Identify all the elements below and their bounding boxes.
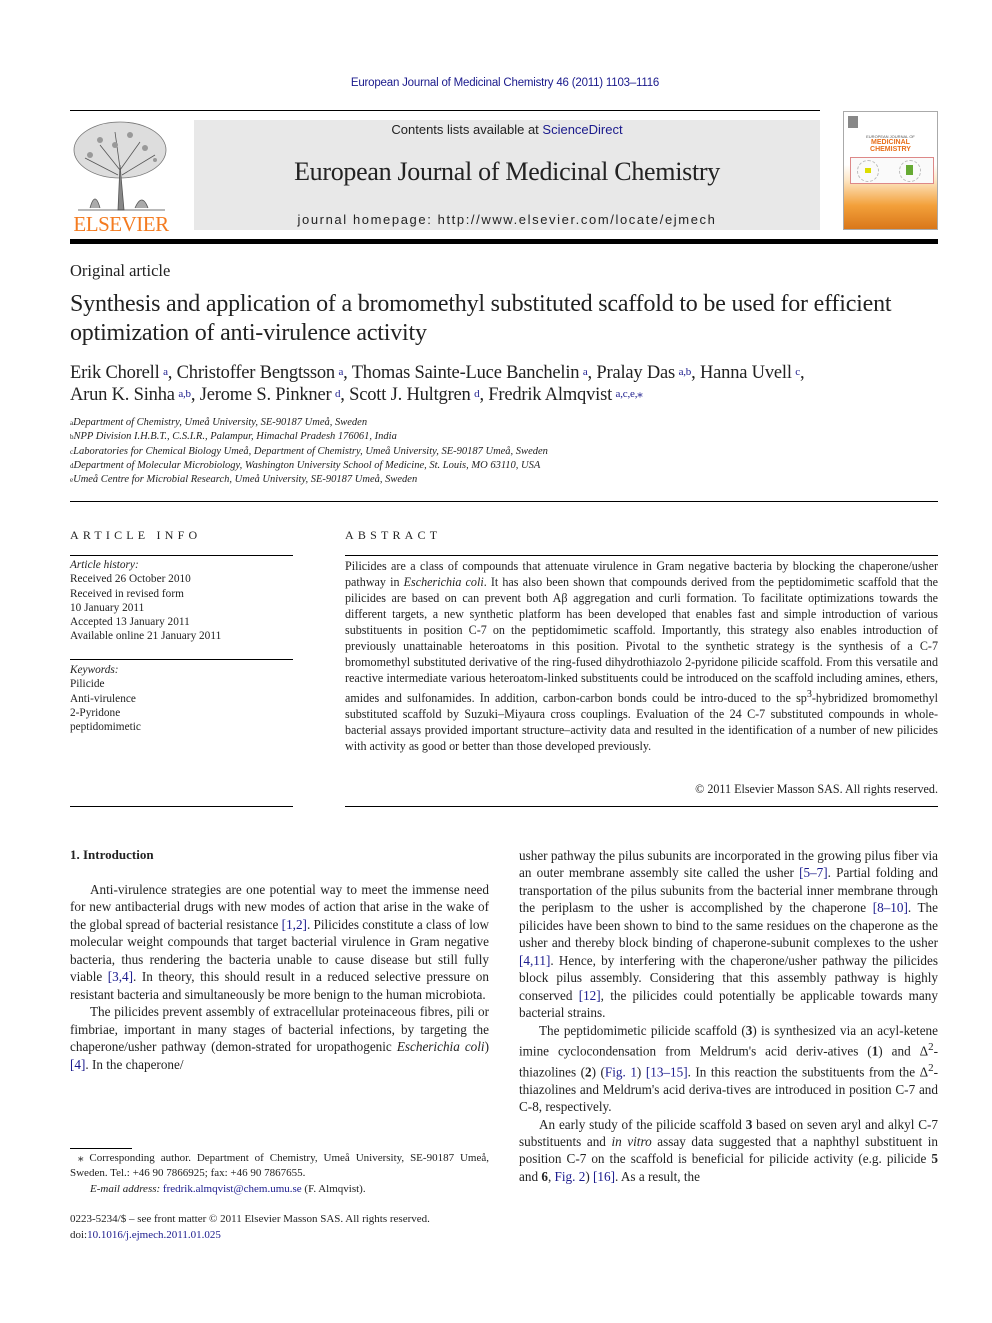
citation-link[interactable]: [4] bbox=[70, 1057, 85, 1072]
paragraph: The peptidomimetic pilicide scaffold (3)… bbox=[519, 1022, 938, 1115]
history-label: Article history: bbox=[70, 559, 139, 571]
body-column-left: Anti-virulence strategies are one potent… bbox=[70, 881, 489, 1073]
header-thick-rule bbox=[70, 239, 938, 244]
author-name[interactable]: Arun K. Sinha bbox=[70, 385, 178, 405]
figure-link[interactable]: Fig. 1 bbox=[605, 1064, 637, 1079]
doi-link[interactable]: 10.1016/j.ejmech.2011.01.025 bbox=[87, 1229, 221, 1241]
doi-line: doi:10.1016/j.ejmech.2011.01.025 bbox=[70, 1228, 221, 1241]
citation-link[interactable]: [4,11] bbox=[519, 953, 550, 968]
figure-link[interactable]: Fig. 2 bbox=[555, 1169, 586, 1184]
header-rule bbox=[70, 110, 820, 111]
keywords: Keywords: Pilicide Anti-virulence 2-Pyrido… bbox=[70, 663, 293, 734]
author-affiliation-marker[interactable]: a,c,e,⁎ bbox=[616, 388, 643, 400]
section-heading-introduction: 1. Introduction bbox=[70, 847, 154, 862]
article-info-bottom-rule bbox=[70, 806, 293, 807]
author-name[interactable]: Erik Chorell bbox=[70, 363, 163, 383]
author-name[interactable]: Fredrik Almqvist bbox=[488, 385, 615, 405]
paragraph: An early study of the pilicide scaffold … bbox=[519, 1116, 938, 1184]
article-history: Article history: Received 26 October 201… bbox=[70, 558, 293, 644]
author-affiliation-marker[interactable]: d bbox=[335, 388, 341, 400]
journal-homepage[interactable]: journal homepage: http://www.elsevier.co… bbox=[194, 212, 820, 227]
article-info-heading: ARTICLE INFO bbox=[70, 528, 202, 542]
paragraph: usher pathway the pilus subunits are inc… bbox=[519, 848, 939, 1021]
citation-link[interactable]: [5–7] bbox=[799, 865, 828, 880]
keyword: 2-Pyridone bbox=[70, 706, 121, 719]
author-affiliation-marker[interactable]: d bbox=[474, 388, 480, 400]
author-name[interactable]: Thomas Sainte-Luce Banchelin bbox=[352, 363, 583, 383]
citation-link[interactable]: [16] bbox=[593, 1169, 615, 1184]
tree-icon bbox=[73, 121, 167, 211]
paragraph: Anti-virulence strategies are one potent… bbox=[70, 882, 490, 1002]
journal-cover-thumbnail[interactable]: EUROPEAN JOURNAL OF MEDICINAL CHEMISTRY bbox=[843, 111, 938, 230]
citation-link[interactable]: [3,4] bbox=[108, 969, 133, 984]
affiliation: aDepartment of Chemistry, Umeå Universit… bbox=[70, 417, 368, 428]
author-name[interactable]: Hanna Uvell bbox=[700, 363, 795, 383]
author-affiliation-marker[interactable]: a,b bbox=[178, 388, 191, 400]
history-entry: Available online 21 January 2011 bbox=[70, 630, 222, 643]
history-entry: Received 26 October 2010 bbox=[70, 573, 191, 586]
article-type: Original article bbox=[70, 261, 171, 280]
keyword: Pilicide bbox=[70, 678, 105, 691]
running-head-citation[interactable]: European Journal of Medicinal Chemistry … bbox=[0, 77, 992, 89]
author-name[interactable]: Pralay Das bbox=[596, 363, 678, 383]
cover-figure bbox=[850, 157, 934, 184]
article-title: Synthesis and application of a bromometh… bbox=[70, 291, 892, 346]
contents-line: Contents lists available at ScienceDirec… bbox=[194, 122, 820, 137]
paragraph: The pilicides prevent assembly of extrac… bbox=[70, 1004, 489, 1072]
footnote-rule bbox=[70, 1148, 132, 1149]
author-affiliation-marker[interactable]: a bbox=[338, 366, 343, 378]
title-rule bbox=[70, 501, 938, 502]
elsevier-wordmark: ELSEVIER bbox=[73, 212, 169, 236]
cover-big-title: MEDICINAL CHEMISTRY bbox=[870, 139, 911, 153]
journal-title: European Journal of Medicinal Chemistry bbox=[294, 157, 720, 186]
affiliation: cLaboratories for Chemical Biology Umeå,… bbox=[70, 445, 548, 457]
keywords-label: Keywords: bbox=[70, 664, 119, 676]
affiliation: dDepartment of Molecular Microbiology, W… bbox=[70, 459, 541, 471]
front-matter-text: 0223-5234/$ – see front matter © 2011 El… bbox=[70, 1213, 430, 1225]
citation-link[interactable]: [8–10] bbox=[873, 900, 908, 915]
abstract-bottom-rule bbox=[345, 806, 938, 807]
email-link[interactable]: fredrik.almqvist@chem.umu.se bbox=[163, 1183, 302, 1195]
affiliation: bNPP Division I.H.B.T., C.S.I.R., Palamp… bbox=[70, 431, 397, 443]
publisher-mini-logo bbox=[848, 116, 858, 128]
author-name[interactable]: Scott J. Hultgren bbox=[349, 385, 474, 405]
author-affiliation-marker[interactable]: a bbox=[583, 366, 588, 378]
corresponding-author-footnote: ⁎ Corresponding author. Department of Ch… bbox=[70, 1151, 489, 1197]
history-entry: 10 January 2011 bbox=[70, 601, 145, 614]
affiliation: eUmeå Centre for Microbial Research, Ume… bbox=[70, 474, 418, 486]
author-affiliation-marker[interactable]: a bbox=[163, 366, 168, 378]
author-affiliation-marker[interactable]: c bbox=[795, 366, 800, 378]
corresponding-author-text: ⁎ Corresponding author. Department of Ch… bbox=[70, 1152, 489, 1180]
article-info-rule bbox=[70, 555, 293, 556]
author-list: Erik Chorell a, Christoffer Bengtsson a,… bbox=[70, 363, 805, 405]
abstract-copyright: © 2011 Elsevier Masson SAS. All rights r… bbox=[695, 782, 938, 796]
contents-prefix: Contents lists available at bbox=[391, 122, 543, 137]
history-entry: Accepted 13 January 2011 bbox=[70, 616, 190, 629]
author-affiliation-marker[interactable]: a,b bbox=[679, 366, 692, 378]
affiliation-list: aDepartment of Chemistry, Umeå Universit… bbox=[70, 416, 770, 487]
citation-link[interactable]: [13–15] bbox=[646, 1064, 688, 1079]
email-line: E-mail address: fredrik.almqvist@chem.um… bbox=[90, 1182, 366, 1195]
abstract-heading: ABSTRACT bbox=[345, 528, 442, 542]
keyword: peptidomimetic bbox=[70, 721, 141, 734]
citation-link[interactable]: [1,2] bbox=[282, 917, 307, 932]
keywords-rule bbox=[70, 659, 293, 660]
abstract-rule bbox=[345, 555, 938, 556]
citation-link[interactable]: [12] bbox=[579, 988, 601, 1003]
body-column-right: usher pathway the pilus subunits are inc… bbox=[519, 847, 938, 1185]
abstract-text: Pilicides are a class of compounds that … bbox=[345, 559, 938, 753]
history-entry: Received in revised form bbox=[70, 587, 184, 600]
front-matter: 0223-5234/$ – see front matter © 2011 El… bbox=[70, 1212, 500, 1243]
keyword: Anti-virulence bbox=[70, 692, 136, 705]
sciencedirect-link[interactable]: ScienceDirect bbox=[542, 122, 622, 137]
author-name[interactable]: Christoffer Bengtsson bbox=[177, 363, 339, 383]
author-name[interactable]: Jerome S. Pinkner bbox=[200, 385, 335, 405]
